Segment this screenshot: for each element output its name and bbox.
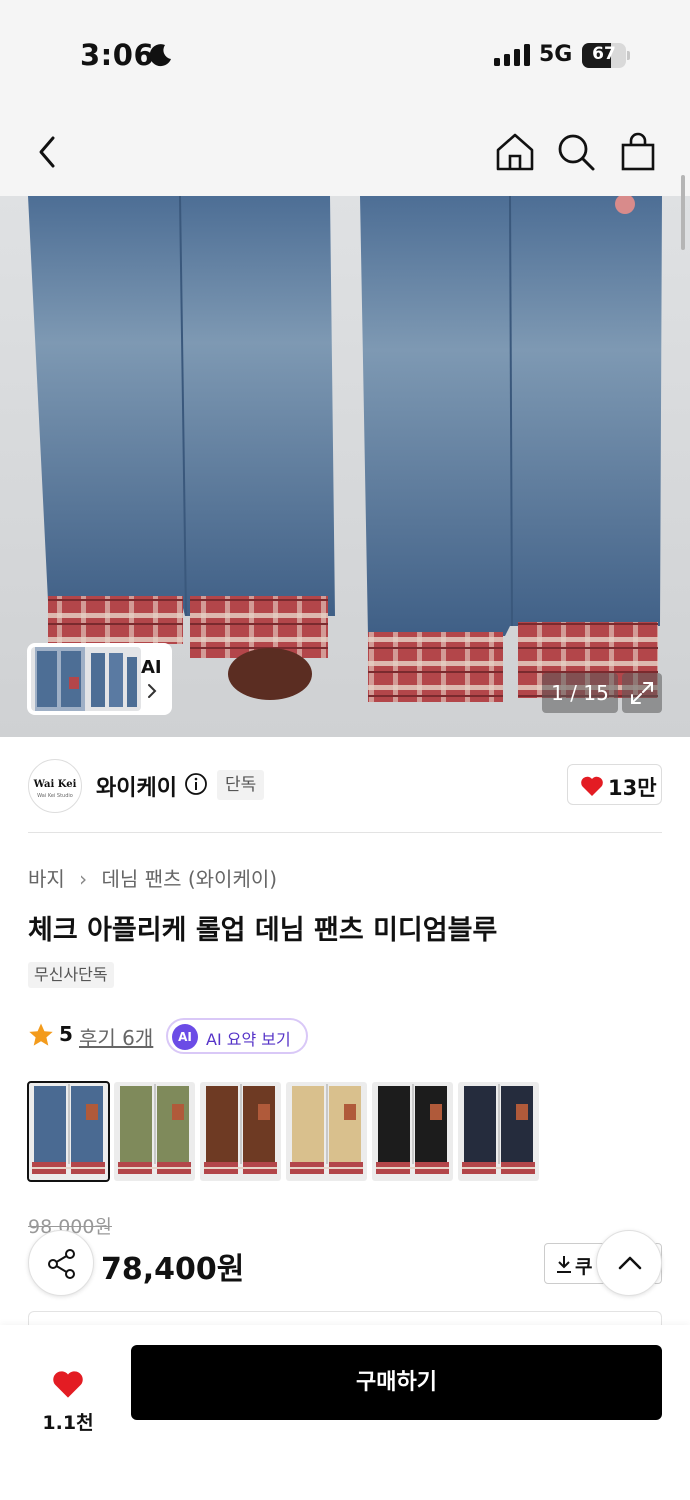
search-icon[interactable] — [554, 130, 598, 174]
info-icon[interactable] — [184, 772, 208, 796]
home-icon[interactable] — [493, 130, 537, 174]
back-chevron-icon[interactable] — [26, 130, 70, 174]
brand-like-button[interactable]: 13만 — [567, 764, 662, 805]
brand-name[interactable]: 와이케이 — [96, 770, 177, 802]
status-bar: 3:06 5G 67 — [0, 0, 690, 110]
breadcrumb-category[interactable]: 바지 — [28, 867, 65, 891]
brand-like-count: 13만 — [608, 776, 657, 800]
ai-summary-label: AI 요약 보기 — [206, 1030, 291, 1049]
sale-price: 78,400원 — [101, 1252, 245, 1287]
status-time: 3:06 — [80, 38, 155, 72]
expand-icon — [631, 682, 653, 704]
battery-tip — [627, 51, 630, 60]
share-button[interactable] — [28, 1230, 94, 1296]
chevron-right-icon — [148, 684, 157, 698]
color-swatch-medium-blue[interactable] — [27, 1081, 110, 1182]
ai-summary-button[interactable]: AI AI 요약 보기 — [166, 1018, 308, 1054]
color-swatch-dark-blue[interactable] — [458, 1082, 539, 1181]
heart-icon — [581, 776, 603, 796]
signal-icon — [494, 44, 530, 66]
expand-button[interactable] — [622, 673, 662, 713]
musinsa-exclusive-tag: 무신사단독 — [28, 962, 114, 988]
breadcrumb: 바지 › 데님 팬츠 (와이케이) — [28, 863, 277, 892]
scroll-top-button[interactable] — [596, 1230, 662, 1296]
color-swatch-beige[interactable] — [286, 1082, 367, 1181]
brand-logo-text: Wai Kei — [33, 779, 77, 790]
ai-thumbnail-image — [31, 647, 141, 711]
battery-icon: 67 — [582, 43, 626, 68]
ai-badge-icon: AI — [172, 1024, 198, 1050]
ai-label: AI — [141, 657, 162, 678]
breadcrumb-separator-icon: › — [79, 867, 88, 891]
ai-image-thumbnail[interactable]: AI — [27, 643, 172, 715]
color-swatch-black[interactable] — [372, 1082, 453, 1181]
wishlist-button[interactable]: 1.1천 — [28, 1345, 108, 1434]
bottom-action-bar: 1.1천 구매하기 — [0, 1325, 690, 1500]
divider — [28, 832, 662, 833]
heart-icon — [53, 1371, 83, 1398]
image-counter: 1 / 15 — [542, 673, 618, 713]
moon-icon — [149, 44, 171, 67]
rating-score: 5 — [59, 1022, 73, 1046]
color-options — [27, 1081, 548, 1182]
brand-logo[interactable]: Wai Kei Wai Kei Studio — [28, 759, 82, 813]
download-icon — [557, 1256, 571, 1273]
exclusive-badge: 단독 — [217, 770, 265, 800]
scrollbar[interactable] — [681, 175, 685, 250]
coupon-label: 쿠 — [575, 1256, 593, 1278]
battery-percent: 67 — [592, 44, 616, 64]
breadcrumb-subcategory[interactable]: 데님 팬츠 (와이케이) — [102, 867, 278, 891]
chevron-up-icon — [618, 1256, 642, 1270]
brand-logo-subtext: Wai Kei Studio — [37, 793, 73, 799]
top-nav — [0, 110, 690, 196]
share-icon — [48, 1249, 75, 1279]
color-swatch-khaki[interactable] — [114, 1082, 195, 1181]
star-icon — [29, 1023, 53, 1046]
network-type: 5G — [539, 42, 573, 67]
wishlist-count: 1.1천 — [42, 1412, 94, 1434]
review-link[interactable]: 후기 6개 — [79, 1022, 153, 1051]
color-swatch-brown[interactable] — [200, 1082, 281, 1181]
product-title: 체크 아플리케 롤업 데님 팬츠 미디엄블루 — [28, 915, 498, 946]
shopping-bag-icon[interactable] — [616, 130, 660, 174]
buy-button[interactable]: 구매하기 — [131, 1345, 662, 1420]
